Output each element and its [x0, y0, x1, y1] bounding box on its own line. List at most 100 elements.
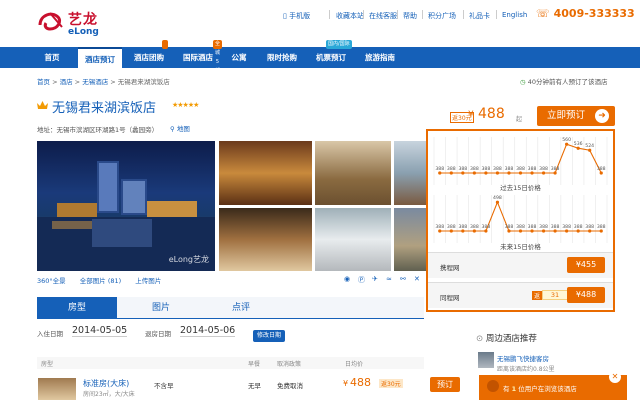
nearby-hotels-title: ⊙ 周边酒店推荐 — [476, 334, 537, 344]
nav-apartment[interactable]: 公寓 — [226, 47, 252, 68]
room-book-button[interactable]: 预订 — [430, 377, 460, 392]
notice-text: 有 1 位用户在浏览该酒店 — [503, 385, 577, 393]
arrow-right-icon: ➜ — [595, 109, 609, 123]
trend-value-label: 498 — [493, 195, 502, 201]
trend-value-label: 388 — [539, 166, 548, 172]
hotel-photo-restaurant[interactable] — [219, 208, 312, 271]
trend-value-label: 388 — [435, 224, 444, 230]
hotel-photo-lobby[interactable] — [219, 141, 312, 205]
tab-reviews[interactable]: 点评 — [201, 297, 281, 319]
nearby-hotel-thumbnail[interactable] — [478, 352, 494, 368]
trend-value-label: 560 — [562, 137, 571, 143]
nearby-hotel-link[interactable]: 无锡鹏飞快捷客房 — [497, 353, 549, 363]
hotline: ☏ 4009-333333 — [536, 7, 635, 20]
help-link[interactable]: 帮助 — [403, 11, 417, 21]
close-icon[interactable]: ✕ — [609, 371, 621, 383]
panorama-link[interactable]: 360°全景 — [37, 277, 66, 285]
divider — [329, 10, 330, 19]
nav-hotel-booking[interactable]: 酒店预订 — [78, 47, 122, 68]
modify-date-button[interactable]: 修改日期 — [253, 330, 286, 342]
trend-value-label: 388 — [505, 224, 514, 230]
hotel-main-photo[interactable]: eLong艺龙 — [37, 141, 215, 271]
crumb-current: 无锡君来湖滨饭店 — [117, 78, 170, 86]
wifi-icon: ◉ — [344, 275, 351, 283]
book-now-button[interactable]: 立即预订 ➜ — [537, 106, 615, 126]
trend-value-label: 388 — [528, 224, 537, 230]
clock-icon: ◷ — [520, 78, 526, 86]
nav-intl-hotel[interactable]: 国际酒店 全城5折 — [177, 40, 223, 74]
trend-value-label: 524 — [585, 143, 594, 149]
new-badge-icon — [162, 40, 168, 49]
logo-text-en[interactable]: eLong — [68, 27, 99, 37]
crumb-home[interactable]: 首页 — [37, 78, 50, 86]
pin-icon: ⊙ — [476, 334, 484, 344]
compare-rebate-icon: 返 — [532, 291, 543, 300]
trend-value-label: 388 — [458, 224, 467, 230]
nav-badge-domestic-intl: 国内/国际 — [326, 40, 352, 49]
crumb-city[interactable]: 无锡酒店 — [82, 78, 108, 86]
trend-value-label: 388 — [516, 224, 525, 230]
crumb-hotel[interactable]: 酒店 — [60, 78, 73, 86]
english-link[interactable]: English — [502, 11, 527, 19]
th-room-type: 房型 — [41, 361, 54, 368]
price-currency: ¥ — [468, 110, 474, 120]
trend-value-label: 388 — [493, 166, 502, 172]
checkin-label: 入住日期 — [37, 330, 63, 338]
trend-value-label: 388 — [516, 166, 525, 172]
hotel-photo-room[interactable] — [315, 208, 391, 271]
trend-value-label: 388 — [447, 166, 456, 172]
compare-price-button[interactable]: ¥455 — [567, 257, 605, 273]
compare-price-button[interactable]: ¥488 — [567, 287, 605, 303]
trend-value-label: 388 — [551, 224, 560, 230]
points-link[interactable]: 积分广场 — [428, 11, 456, 21]
logo-text-cn[interactable]: 艺龙 — [68, 9, 98, 29]
nearby-hotel-distance: 距离该酒店约0.8公里 — [497, 366, 555, 373]
tab-photos[interactable]: 图片 — [121, 297, 201, 319]
gift-card-link[interactable]: 礼品卡 — [469, 11, 490, 21]
photo-watermark: eLong艺龙 — [168, 255, 209, 264]
hotel-photo-lounge[interactable] — [315, 141, 391, 205]
mobile-link[interactable]: ▯ 手机版 — [283, 11, 310, 21]
main-photo-illustration — [37, 161, 215, 271]
room-table-header: 房型 早餐 取消政策 日均价 — [37, 357, 424, 369]
photo-links: 360°全景 全部图片 (81) 上传图片 — [37, 275, 161, 285]
room-name-link[interactable]: 标准房(大床) — [83, 378, 129, 389]
users-icon — [487, 380, 499, 392]
compare-rebate: 31 — [542, 290, 568, 300]
room-rebate: 返30元 — [379, 379, 403, 388]
trend-value-label: 388 — [597, 224, 606, 230]
tab-room-types[interactable]: 房型 — [37, 297, 117, 319]
map-link[interactable]: ⚲ 地图 — [170, 123, 190, 133]
all-photos-link[interactable]: 全部图片 (81) — [80, 277, 121, 285]
compare-row-ly: 同程网 返 31 ¥488 — [428, 282, 613, 308]
nav-badge-half-price: 全城5折 — [213, 40, 223, 74]
trend-value-label: 388 — [447, 224, 456, 230]
nav-flash-sale[interactable]: 限时抢购 — [262, 47, 302, 68]
checkin-date-field[interactable]: 2014-05-05 — [72, 325, 128, 337]
room-thumbnail[interactable] — [38, 378, 76, 400]
trend-value-label: 388 — [470, 166, 479, 172]
hotel-photo-room-view[interactable] — [394, 141, 426, 205]
detail-tabs: 房型 图片 点评 — [37, 297, 424, 319]
nav-travel-guide[interactable]: 旅游指南 — [360, 47, 400, 68]
trend-value-label: 388 — [470, 224, 479, 230]
trend-value-label: 388 — [574, 224, 583, 230]
past-price-chart: 388 388 388 388 388 388 388 388 388 388 388560536 5… — [433, 137, 608, 185]
checkout-date-field[interactable]: 2014-05-06 — [180, 325, 236, 337]
bookmark-link[interactable]: 收藏本站 — [336, 11, 364, 21]
online-service-link[interactable]: 在线客服 — [369, 11, 397, 21]
browsing-notice-bar: 有 1 位用户在浏览该酒店 ✕ — [479, 371, 627, 400]
parking-icon: Ⓟ — [358, 276, 365, 284]
nav-group-buy[interactable]: 酒店团购 — [128, 40, 170, 68]
hotel-name: 无锡君来湖滨饭店 — [52, 101, 157, 116]
room-breakfast: 无早 — [248, 382, 261, 390]
star-rating: ★★★★★ — [172, 101, 199, 109]
room-cancel-policy: 免费取消 — [277, 382, 303, 390]
upload-photo-link[interactable]: 上传图片 — [135, 277, 161, 285]
room-info: 房间23㎡，大/大床 — [83, 391, 135, 398]
future-price-label: 未来15日价格 — [500, 243, 541, 251]
nav-flight[interactable]: 机票预订 国内/国际 — [310, 40, 352, 68]
nav-home[interactable]: 首页 — [37, 47, 67, 68]
room-price-currency: ¥ — [343, 379, 349, 388]
hotel-photo-exterior[interactable] — [394, 208, 426, 271]
